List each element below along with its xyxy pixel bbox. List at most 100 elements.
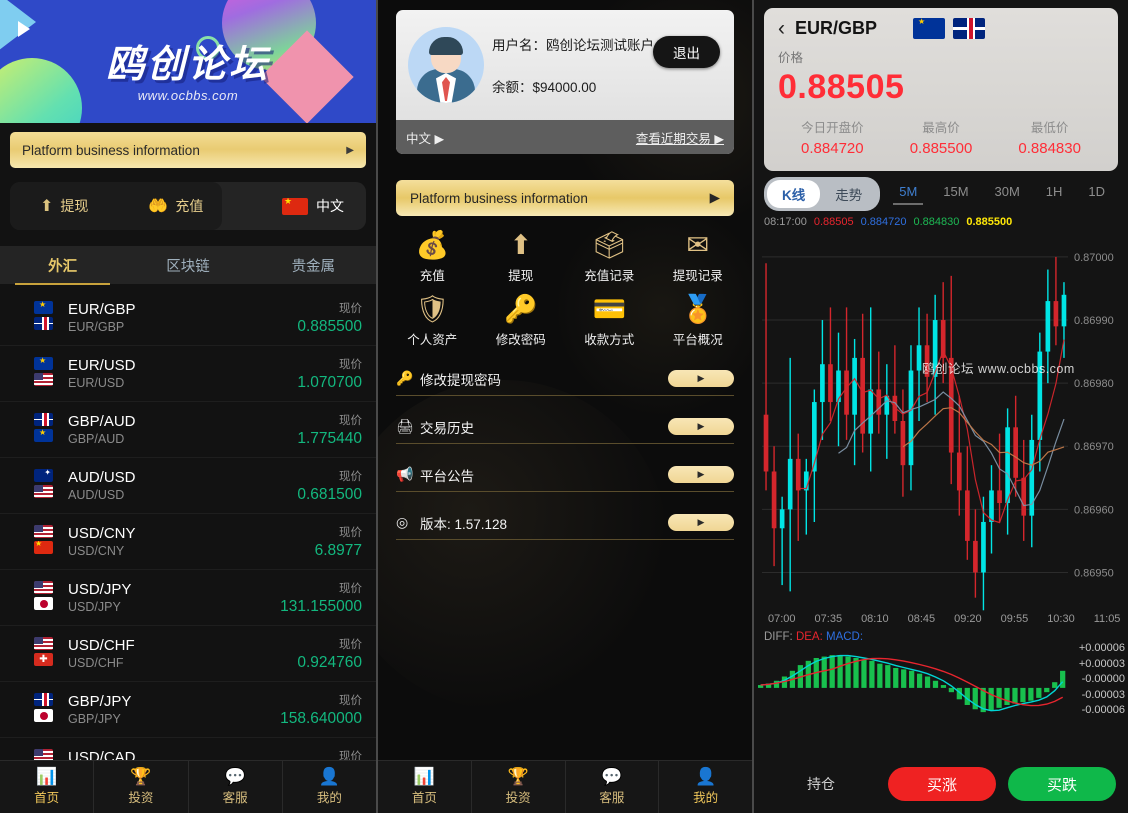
feature-badge[interactable]: 🏅 平台概况 <box>654 296 743 348</box>
quote-row[interactable]: EUR/GBP EUR/GBP 现价 0.885500 <box>0 290 376 346</box>
pair-flags <box>34 357 53 386</box>
bottom-navigation: 📊 首页 🏆 投资 💬 客服 👤 我的 <box>0 760 376 813</box>
nav-item-label: 我的 <box>316 791 342 805</box>
timeframe-5m[interactable]: 5M <box>893 184 924 205</box>
chart-mode-toggle: K线 走势 <box>764 177 881 211</box>
bottom-navigation: 📊 首页 🏆 投资 💬 客服 👤 我的 <box>378 760 752 813</box>
recent-trades-link[interactable]: 查看近期交易 ▶ <box>636 128 724 147</box>
pair-price-block: 现价 131.155000 <box>280 580 362 616</box>
tab-precious-metals[interactable]: 贵金属 <box>251 255 376 276</box>
brand-logo-text: 鸥创论坛 <box>105 42 271 86</box>
chevron-right-icon[interactable]: ▶ <box>668 418 734 435</box>
timeframe-30m[interactable]: 30M <box>995 184 1020 205</box>
settings-icon: ◎ <box>396 514 409 530</box>
buy-down-button[interactable]: 买跌 <box>1008 767 1116 801</box>
mode-kline[interactable]: K线 <box>767 180 821 208</box>
profile-footer: 中文 ▶ 查看近期交易 ▶ <box>396 120 734 154</box>
chevron-right-icon[interactable]: ▶ <box>668 514 734 531</box>
withdraw-button[interactable]: ⬆ 提现 <box>40 196 88 216</box>
timeframe-15m[interactable]: 15M <box>943 184 968 205</box>
feature-withdraw[interactable]: ⬆ 提现 <box>477 232 566 284</box>
symbol-flags <box>913 18 986 39</box>
positions-button[interactable]: 持仓 <box>766 774 876 794</box>
nav-item-trophy[interactable]: 🏆 投资 <box>94 761 189 813</box>
quote-row[interactable]: EUR/USD EUR/USD 现价 1.070700 <box>0 346 376 402</box>
menu-item-label: 平台公告 <box>420 468 474 484</box>
stat-low: 最低价 0.884830 <box>995 117 1104 157</box>
pair-names: GBP/JPY GBP/JPY <box>68 693 131 726</box>
nav-item-label: 投资 <box>128 791 154 805</box>
macd-tick: -0.00000 <box>1081 673 1125 685</box>
menu-item[interactable]: 📢 平台公告 ▶ <box>396 458 734 492</box>
stat-low-label: 最低价 <box>1030 121 1069 135</box>
price-caption: 现价 <box>339 694 362 707</box>
language-switcher[interactable]: 中文 <box>282 196 344 216</box>
feature-deposit[interactable]: 💰 充值 <box>388 232 477 284</box>
ohlc-readout: 08:17:00 0.88505 0.884720 0.884830 0.885… <box>754 211 1128 228</box>
x-tick: 09:20 <box>954 613 982 625</box>
menu-item[interactable]: 🖨 交易历史 ▶ <box>396 410 734 444</box>
pair-price: 0.924760 <box>297 653 362 671</box>
platform-business-information-button[interactable]: Platform business information ▶ <box>10 132 366 168</box>
quote-row[interactable]: USD/JPY USD/JPY 现价 131.155000 <box>0 570 376 626</box>
chevron-right-icon[interactable]: ▶ <box>668 370 734 387</box>
quote-row[interactable]: AUD/USD AUD/USD 现价 0.681500 <box>0 458 376 514</box>
card-icon: 💳 <box>592 294 627 324</box>
pair-price-block: 现价 1.070700 <box>297 356 362 392</box>
language-switcher[interactable]: 中文 ▶ <box>406 128 444 147</box>
timeframe-1d[interactable]: 1D <box>1088 184 1105 205</box>
pair-names: EUR/GBP EUR/GBP <box>68 301 136 334</box>
feature-card[interactable]: 💳 收款方式 <box>565 296 654 348</box>
nav-item-user[interactable]: 👤 我的 <box>283 761 376 813</box>
y-tick: 0.86950 <box>1074 567 1114 579</box>
quote-row[interactable]: USD/CHF USD/CHF 现价 0.924760 <box>0 626 376 682</box>
deposit-button[interactable]: 🤲 充值 <box>148 196 203 216</box>
pair-subtitle: USD/CHF <box>68 656 124 670</box>
price-caption: 现价 <box>339 582 362 595</box>
buy-up-button[interactable]: 买涨 <box>888 767 996 801</box>
quote-list: EUR/GBP EUR/GBP 现价 0.885500 EUR/USD EUR/USD 现价… <box>0 290 376 813</box>
feature-withdraw-record[interactable]: ✉ 提现记录 <box>654 232 743 284</box>
feature-shield-asset[interactable]: 🛡 个人资产 <box>388 296 477 348</box>
mode-trend[interactable]: 走势 <box>820 180 877 208</box>
base-flag-icon <box>34 693 53 706</box>
logout-button[interactable]: 退出 <box>653 36 720 68</box>
back-arrow-icon[interactable]: ‹ <box>778 18 785 39</box>
withdraw-record-icon: ✉ <box>686 230 710 260</box>
pair-flags <box>34 525 53 554</box>
y-tick: 0.86970 <box>1074 441 1114 453</box>
tab-forex[interactable]: 外汇 <box>0 255 125 285</box>
pair-symbol: EUR/USD <box>68 357 136 374</box>
macd-axis-labels: +0.00006 +0.00003 -0.00000 -0.00003 -0.00006 <box>1079 641 1125 719</box>
nav-item-chat[interactable]: 💬 客服 <box>566 761 660 813</box>
timeframe-1h[interactable]: 1H <box>1046 184 1063 205</box>
candlestick-chart[interactable]: 0.87000 0.86990 0.86980 0.86970 0.86960 0.869… <box>754 230 1128 612</box>
tab-blockchain[interactable]: 区块链 <box>125 255 250 276</box>
quote-row[interactable]: GBP/AUD GBP/AUD 现价 1.775440 <box>0 402 376 458</box>
pair-subtitle: EUR/GBP <box>68 320 125 334</box>
quote-row[interactable]: GBP/JPY GBP/JPY 现价 158.640000 <box>0 682 376 738</box>
nav-item-trophy[interactable]: 🏆 投资 <box>472 761 566 813</box>
quote-flag-icon <box>34 485 53 498</box>
key-icon: 🔑 <box>503 294 538 324</box>
nav-item-chat[interactable]: 💬 客服 <box>189 761 283 813</box>
macd-legend: DIFF: DEA: MACD: <box>754 625 1128 645</box>
pair-flags <box>34 581 53 610</box>
stat-high-label: 最高价 <box>922 121 960 135</box>
platform-business-information-button[interactable]: Platform business information ▶ <box>396 180 734 216</box>
nav-item-bar-chart[interactable]: 📊 首页 <box>0 761 95 813</box>
eu-flag-icon <box>913 18 946 39</box>
chevron-right-icon[interactable]: ▶ <box>668 466 734 483</box>
quote-row[interactable]: USD/CNY USD/CNY 现价 6.8977 <box>0 514 376 570</box>
feature-key[interactable]: 🔑 修改密码 <box>477 296 566 348</box>
feature-deposit-record[interactable]: 🗳 充值记录 <box>565 232 654 284</box>
menu-item[interactable]: ◎ 版本: 1.57.128 ▶ <box>396 506 734 540</box>
pair-price-block: 现价 1.775440 <box>297 412 362 448</box>
feature-label: 修改密码 <box>495 333 546 347</box>
nav-item-bar-chart[interactable]: 📊 首页 <box>378 761 472 813</box>
nav-item-user[interactable]: 👤 我的 <box>659 761 752 813</box>
y-tick: 0.87000 <box>1074 252 1114 264</box>
stat-open-value: 0.884720 <box>801 140 864 157</box>
menu-item[interactable]: 🔑 修改提现密码 ▶ <box>396 362 734 396</box>
banner-play-triangle-icon <box>18 21 30 37</box>
